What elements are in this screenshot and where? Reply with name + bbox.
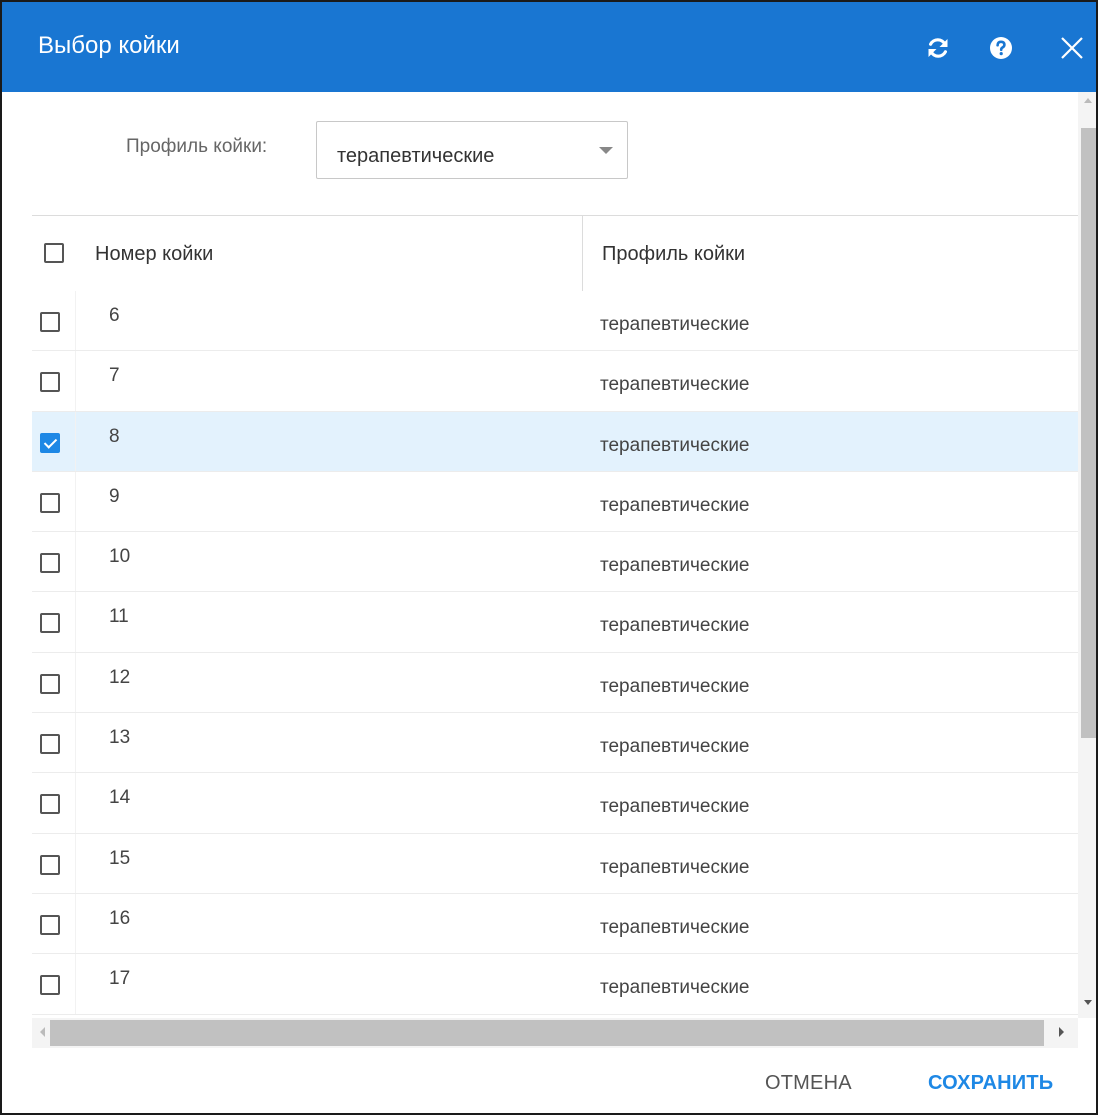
bed-profile-filter-label: Профиль койки:	[126, 136, 268, 157]
row-checkbox[interactable]	[40, 854, 60, 875]
column-header-bed-profile[interactable]: Профиль койки	[602, 243, 745, 266]
table-row[interactable]: 15 терапевтические	[32, 833, 1078, 894]
bed-profile-select-value: терапевтические	[337, 145, 495, 167]
row-checkbox[interactable]	[40, 673, 60, 694]
column-divider	[75, 652, 76, 713]
bed-profile-cell: терапевтические	[600, 374, 750, 396]
row-checkbox[interactable]	[40, 975, 60, 996]
bed-profile-cell: терапевтические	[600, 675, 750, 697]
bed-number-cell: 15	[109, 847, 131, 869]
vertical-scrollbar[interactable]	[1078, 92, 1096, 1018]
horizontal-scrollbar-thumb[interactable]	[50, 1020, 1044, 1046]
scroll-up-arrow-icon[interactable]	[1084, 98, 1092, 103]
row-checkbox[interactable]	[40, 734, 60, 755]
chevron-down-icon	[599, 147, 613, 154]
bed-number-cell: 7	[109, 365, 120, 387]
bed-profile-cell: терапевтические	[600, 977, 750, 999]
column-divider	[75, 291, 76, 351]
table-row[interactable]: 11 терапевтические	[32, 592, 1078, 653]
column-divider	[75, 471, 76, 532]
row-checkbox[interactable]	[40, 613, 60, 634]
bed-number-cell: 9	[109, 485, 120, 507]
column-divider	[75, 773, 76, 833]
bed-profile-cell: терапевтические	[600, 494, 750, 516]
table-row[interactable]: 6 терапевтические	[32, 291, 1078, 352]
bed-number-cell: 6	[109, 305, 120, 326]
vertical-scrollbar-thumb[interactable]	[1081, 128, 1096, 738]
dialog-footer: Отмена Сохранить	[2, 1048, 1096, 1113]
scroll-left-arrow-icon[interactable]	[40, 1027, 45, 1037]
dialog-title: Выбор койки	[38, 32, 180, 59]
column-divider	[75, 833, 76, 893]
cancel-button[interactable]: Отмена	[765, 1072, 852, 1095]
bed-number-cell: 12	[109, 666, 131, 688]
column-divider	[75, 893, 76, 954]
help-icon[interactable]	[989, 36, 1013, 60]
bed-profile-cell: терапевтические	[600, 434, 750, 456]
bed-number-cell: 17	[109, 968, 131, 990]
column-divider	[75, 411, 76, 471]
table-row[interactable]: 17 терапевтические	[32, 954, 1078, 1015]
column-resize-handle[interactable]	[582, 216, 583, 291]
grid-header: Номер койки Профиль койки	[32, 216, 1078, 291]
column-divider	[75, 351, 76, 411]
bed-selection-dialog: Выбор койки Профиль койки: терапевтическ…	[0, 0, 1098, 1115]
dialog-titlebar: Выбор койки	[2, 2, 1096, 92]
column-divider	[75, 713, 76, 773]
bed-profile-cell: терапевтические	[600, 916, 750, 938]
scroll-right-arrow-icon[interactable]	[1059, 1027, 1064, 1037]
table-row[interactable]: 7 терапевтические	[32, 351, 1078, 412]
scroll-down-arrow-icon[interactable]	[1084, 1000, 1092, 1005]
bed-number-cell: 11	[109, 606, 129, 628]
bed-profile-select[interactable]: терапевтические	[316, 121, 628, 179]
bed-number-cell: 8	[109, 425, 120, 447]
row-checkbox[interactable]	[40, 492, 60, 513]
table-row[interactable]: 9 терапевтические	[32, 471, 1078, 533]
row-checkbox[interactable]	[40, 794, 60, 815]
select-all-checkbox[interactable]	[44, 243, 64, 263]
bed-profile-cell: терапевтические	[600, 314, 750, 335]
refresh-icon[interactable]	[926, 36, 950, 60]
row-checkbox[interactable]	[40, 914, 60, 935]
row-checkbox[interactable]	[40, 312, 60, 332]
row-checkbox[interactable]	[40, 553, 60, 574]
column-divider	[75, 532, 76, 592]
beds-grid: Номер койки Профиль койки 6 терапевтичес…	[32, 215, 1078, 1018]
bed-number-cell: 13	[109, 727, 131, 749]
table-row[interactable]: 16 терапевтические	[32, 893, 1078, 955]
bed-number-cell: 10	[109, 546, 131, 568]
save-button[interactable]: Сохранить	[928, 1072, 1053, 1095]
table-row[interactable]: 14 терапевтические	[32, 773, 1078, 834]
bed-profile-cell: терапевтические	[600, 615, 750, 637]
close-icon[interactable]	[1060, 36, 1084, 60]
column-header-bed-number[interactable]: Номер койки	[95, 243, 213, 266]
bed-profile-cell: терапевтические	[600, 796, 750, 818]
bed-number-cell: 16	[109, 907, 131, 929]
horizontal-scrollbar[interactable]	[32, 1018, 1078, 1048]
column-divider	[75, 592, 76, 652]
table-row[interactable]: 10 терапевтические	[32, 532, 1078, 593]
table-row[interactable]: 8 терапевтические	[32, 411, 1078, 472]
column-divider	[75, 954, 76, 1014]
bed-number-cell: 14	[109, 787, 131, 809]
row-checkbox[interactable]	[40, 432, 60, 453]
table-row[interactable]: 12 терапевтические	[32, 652, 1078, 714]
bed-profile-cell: терапевтические	[600, 736, 750, 758]
bed-profile-cell: терапевтические	[600, 856, 750, 878]
grid-body: 6 терапевтические 7 терапевтические 8 те…	[32, 291, 1078, 1015]
row-checkbox[interactable]	[40, 372, 60, 393]
table-row[interactable]: 13 терапевтические	[32, 713, 1078, 774]
bed-profile-cell: терапевтические	[600, 555, 750, 577]
